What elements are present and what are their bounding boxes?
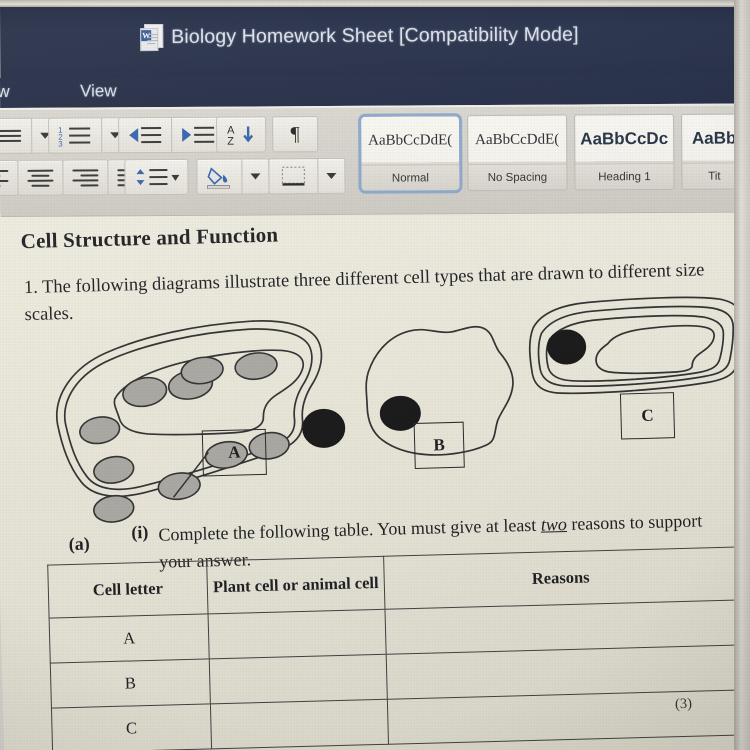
tab-review[interactable]: iew — [0, 82, 10, 102]
part-text-emphasis: two — [540, 514, 568, 535]
title-bar-content: W Biology Homework Sheet [Compatibility … — [140, 21, 579, 52]
screen-bezel-right — [734, 0, 750, 750]
bullet-list-icon — [0, 129, 22, 143]
row-letter: A — [49, 613, 210, 664]
line-spacing-icon — [136, 168, 180, 186]
row-type[interactable] — [210, 699, 389, 749]
word-document-icon: W — [140, 24, 164, 52]
screenshot-root: Cell Structure and Function 1. The follo… — [0, 0, 750, 750]
answer-table: Cell letter Plant cell or animal cell Re… — [47, 547, 742, 750]
style-preview: AaBbCcDdE( — [475, 131, 560, 148]
cell-c-nucleus — [547, 329, 587, 365]
cell-label-a: A — [201, 428, 267, 477]
shading-button[interactable] — [196, 158, 243, 195]
screen-bezel-top — [0, 0, 750, 7]
sort-az-icon: A Z — [227, 125, 254, 147]
bullets-button[interactable] — [0, 117, 33, 155]
style-heading-1[interactable]: AaBbCcDc Heading 1 — [574, 113, 675, 191]
header-cell-reasons: Reasons — [383, 547, 738, 610]
borders-icon — [281, 166, 306, 186]
marks-indicator: (3) — [674, 695, 693, 713]
sort-button[interactable]: A Z — [216, 116, 267, 153]
decrease-indent-icon — [129, 127, 162, 144]
svg-text:Z: Z — [227, 136, 234, 147]
show-formatting-marks-button[interactable]: ¶ — [272, 116, 319, 153]
cell-c-vacuole — [595, 324, 715, 375]
title-bar: W Biology Homework Sheet [Compatibility … — [0, 0, 739, 79]
row-type[interactable] — [209, 654, 388, 704]
header-cell-type: Plant cell or animal cell — [206, 556, 385, 614]
line-spacing-button[interactable] — [124, 158, 189, 196]
document-page: Cell Structure and Function 1. The follo… — [0, 193, 750, 750]
borders-group — [268, 157, 346, 195]
style-name: No Spacing — [468, 163, 567, 191]
align-right-icon — [72, 168, 99, 187]
numbering-button[interactable]: 1 2 3 — [48, 117, 103, 154]
row-letter: C — [51, 703, 212, 750]
line-spacing-group — [124, 158, 189, 196]
decrease-indent-button[interactable] — [118, 116, 173, 154]
window-title: Biology Homework Sheet [Compatibility Mo… — [171, 22, 579, 48]
sort-group: A Z — [216, 116, 267, 153]
increase-indent-icon — [182, 126, 215, 143]
styles-gallery: AaBbCcDdE( Normal AaBbCcDdE( No Spacing … — [358, 113, 748, 201]
document-heading: Cell Structure and Function — [20, 222, 279, 254]
style-no-spacing[interactable]: AaBbCcDdE( No Spacing — [467, 114, 568, 192]
cell-label-b: B — [413, 421, 465, 469]
align-left-icon — [0, 169, 9, 187]
align-center-button[interactable] — [18, 159, 64, 196]
style-name: Heading 1 — [575, 162, 674, 190]
style-preview: AaBbCcDc — [580, 128, 669, 149]
cell-a-nucleus — [302, 408, 346, 448]
ribbon: 1 2 3 A Z ¶ AaBbCcDdE(Normal AaBbCcDdE(… — [0, 103, 748, 217]
cell-label-c: C — [619, 392, 676, 440]
cell-diagrams: A B C — [0, 286, 750, 536]
borders-button[interactable] — [268, 158, 319, 195]
align-left-button[interactable] — [0, 159, 19, 197]
part-text-before: Complete the following table. You must g… — [158, 514, 542, 545]
chevron-down-icon — [250, 173, 261, 180]
formatting-marks-group: ¶ — [272, 116, 319, 153]
row-letter: B — [50, 658, 211, 709]
shading-dropdown[interactable] — [242, 158, 270, 195]
document-body: Cell Structure and Function 1. The follo… — [0, 194, 750, 750]
header-cell-letter: Cell letter — [47, 560, 209, 619]
row-type[interactable] — [208, 609, 387, 659]
tab-view[interactable]: View — [80, 81, 117, 101]
style-preview: AaBbCcDdE( — [368, 131, 453, 149]
chevron-down-icon — [326, 172, 337, 180]
shading-group — [196, 158, 270, 195]
style-name: Normal — [361, 164, 460, 191]
pilcrow-icon: ¶ — [290, 122, 300, 145]
borders-dropdown[interactable] — [318, 157, 346, 195]
part-i-label: (i) — [131, 521, 149, 543]
part-a-label: (a) — [68, 533, 90, 555]
paint-bucket-icon — [207, 167, 230, 189]
align-center-icon — [27, 169, 54, 187]
numbered-list-icon: 1 2 3 — [58, 126, 91, 147]
indent-group — [118, 116, 226, 154]
style-normal[interactable]: AaBbCcDdE( Normal — [358, 113, 463, 194]
align-right-button[interactable] — [63, 159, 109, 196]
svg-text:3: 3 — [58, 140, 63, 147]
